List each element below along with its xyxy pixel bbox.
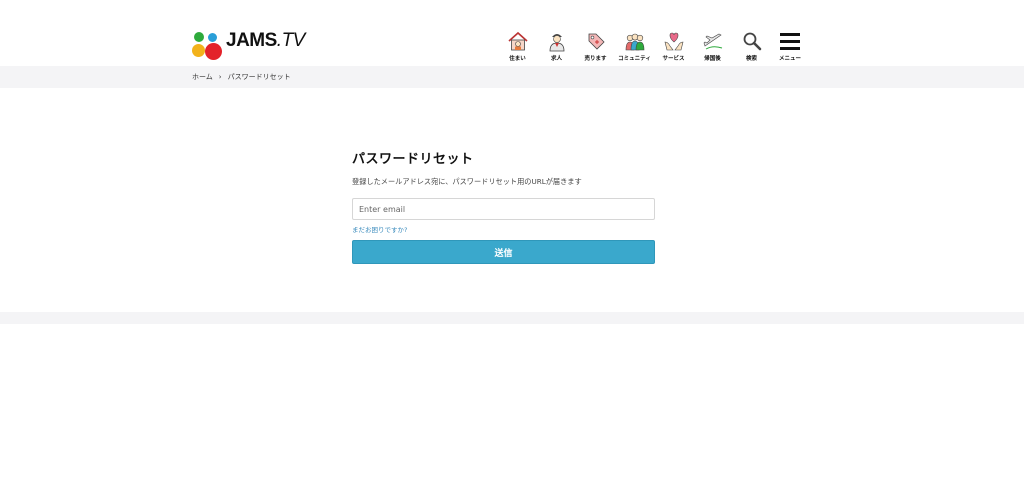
nav-label: 検索 <box>745 56 757 62</box>
nav-item-community[interactable]: コミュニティ <box>615 30 654 62</box>
hamburger-menu-icon <box>780 33 800 50</box>
form-description: 登録したメールアドレス宛に、パスワードリセット用のURLが届きます <box>352 177 582 186</box>
price-tag-icon <box>588 33 605 50</box>
nav-item-services[interactable]: サービス <box>654 30 693 62</box>
search-icon <box>743 32 761 51</box>
submit-button[interactable]: 送信 <box>352 240 655 264</box>
nav-label: 売ります <box>584 56 607 62</box>
site-header: JAMS.TV 住まい 求人 売ります コミュニティ サービス 帰国後 検索 メ… <box>0 0 1024 66</box>
nav-label: コミュニティ <box>618 56 651 62</box>
heart-hands-icon <box>664 32 683 51</box>
nav-label: 帰国後 <box>704 56 721 62</box>
nav-item-for-sale[interactable]: 売ります <box>576 30 615 62</box>
breadcrumb-separator: › <box>218 73 222 81</box>
nav-item-jobs[interactable]: 求人 <box>537 30 576 62</box>
nav-item-search[interactable]: 検索 <box>732 30 771 62</box>
people-icon <box>625 33 644 51</box>
breadcrumb-home[interactable]: ホーム <box>192 73 213 81</box>
nav-item-return-home[interactable]: 帰国後 <box>693 30 732 62</box>
nav-item-menu[interactable]: メニュー <box>773 30 807 62</box>
logo-text: JAMS.TV <box>226 30 305 51</box>
site-logo[interactable]: JAMS.TV <box>192 30 305 62</box>
nav-label: 求人 <box>550 56 562 62</box>
nav-label: メニュー <box>778 56 801 62</box>
house-icon <box>507 31 528 51</box>
nav-label: 住まい <box>509 56 526 62</box>
nav-label: サービス <box>662 56 685 62</box>
airplane-icon <box>703 33 722 50</box>
help-link[interactable]: まだお困りですか? <box>352 224 656 234</box>
email-input[interactable] <box>352 198 655 220</box>
main-nav: 住まい 求人 売ります コミュニティ サービス 帰国後 検索 メニュー <box>498 30 807 62</box>
password-reset-form: パスワードリセット 登録したメールアドレス宛に、パスワードリセット用のURLが届… <box>352 148 656 264</box>
footer-band <box>0 312 1024 324</box>
breadcrumb: ホーム › パスワードリセット <box>192 72 291 82</box>
nav-item-housing[interactable]: 住まい <box>498 30 537 62</box>
page-title: パスワードリセット <box>352 152 474 167</box>
worker-icon <box>549 34 564 52</box>
logo-dots-icon <box>192 30 224 62</box>
breadcrumb-bar: ホーム › パスワードリセット <box>0 66 1024 88</box>
breadcrumb-current: パスワードリセット <box>227 73 291 81</box>
